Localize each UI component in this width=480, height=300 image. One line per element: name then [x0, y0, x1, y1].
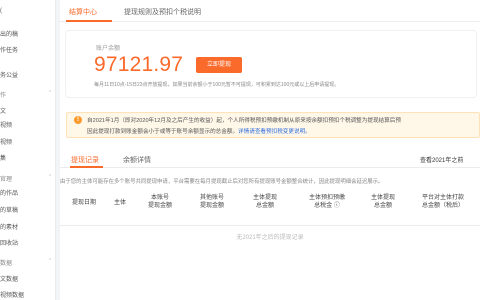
sidebar-item[interactable]: 视频 [0, 137, 12, 146]
column-header: 平台对主体打款 总金额（税后） [410, 194, 476, 210]
chevron-up-icon[interactable]: ⌃ [48, 90, 52, 96]
sidebar-group-label: 官理 [0, 177, 13, 183]
sidebar-nav: (出的稿 作任务 务公益作 ⌃ 文视频 视频集官理 ⌃ 的作品 的草稿 的素材 回收站 数据 ⌃ 文数据视… [0, 0, 56, 300]
sidebar-item[interactable]: 的草稿 [0, 205, 18, 214]
sidebar-item[interactable]: 回收站 [0, 238, 18, 247]
tax-notice: ! 自2021年1月（即对2020年12月及之后产生的收益）起，个人所得税预扣预… [66, 112, 480, 138]
main-content: 结算中心 提现规则及预扣个税说明 账户余额 97121.97 立即提现 每月11… [60, 0, 480, 300]
balance-amount: 97121.97 [94, 53, 184, 76]
sidebar-item[interactable]: 集 [0, 153, 6, 162]
table-header: 提现日期 主体 本账号 提现金额 其他账号 提现金额 主体提现 总金额 主体预扣预缴 总税金 ⓘ 主… [60, 188, 480, 226]
notice-line-1: 自2021年1月（即对2020年12月及之后产生的收益）起，个人所得税预扣预缴机… [87, 118, 401, 124]
warning-icon: ! [74, 116, 82, 124]
column-header-line: 主体提现 [252, 195, 277, 201]
notice-line-2-text: 因此提现打款到账金额会小于或等于账号余额显示的总金额。 [87, 129, 239, 135]
sidebar-item[interactable]: 文数据 [0, 274, 18, 283]
sidebar-item[interactable]: 视频数据 [0, 290, 24, 299]
column-header-line: 主体 [113, 200, 126, 206]
sidebar-item[interactable]: 的素材 [0, 222, 18, 231]
tab-withdraw-records[interactable]: 提现记录 [71, 155, 99, 165]
tax-change-link[interactable]: 详情请查看预扣税变更说明。 [238, 129, 311, 135]
column-header: 主体提现 总金额 [360, 194, 406, 210]
tab-withdraw-rules[interactable]: 提现规则及预扣个税说明 [124, 7, 201, 17]
sidebar-item[interactable]: 的作品 [0, 188, 18, 197]
sub-tabs: 提现记录 余额详情 [60, 150, 480, 168]
column-header: 主体提现 总金额 [240, 194, 290, 210]
column-header-line: 平台对主体打款 [421, 195, 464, 201]
sidebar-item[interactable]: ( [0, 8, 2, 14]
sidebar-group-label: 作 [0, 93, 7, 99]
chevron-up-icon[interactable]: ⌃ [48, 174, 52, 180]
column-header-line: 提现金额 [147, 203, 172, 209]
column-header-line: 总金额（税后） [421, 203, 464, 209]
column-header-line: 总金额 [255, 203, 274, 209]
column-header: 本账号 提现金额 [138, 194, 182, 210]
active-subtab-indicator [70, 166, 103, 168]
balance-note: 每月11日10点-15日23点开放提现，如果当前余额小于100元暂不可提现，可积… [94, 82, 340, 88]
column-header: 提现日期 [64, 199, 104, 207]
sidebar-group-label: 数据 [0, 261, 13, 267]
column-header-line: 总税金 ⓘ [314, 203, 340, 209]
column-header-line: 总金额 [373, 203, 392, 209]
balance-label: 账户余额 [96, 46, 121, 52]
column-header-line: 本账号 [150, 195, 169, 201]
active-tab-indicator [66, 20, 112, 22]
sidebar-item[interactable]: 作任务 [0, 45, 18, 54]
column-header: 主体 [108, 199, 132, 207]
column-header-line: 主体提现 [370, 195, 395, 201]
empty-state-text: 无2021年之后的提现记录 [236, 235, 304, 241]
sidebar-item[interactable]: 务公益 [0, 70, 18, 79]
delay-info-text: 由于您的主体可能存在多个账号共同提现申请，平台需要在每月提现截止后对您所有提现账… [60, 179, 384, 185]
column-header: 主体预扣预缴 总税金 ⓘ [298, 194, 356, 210]
sidebar-item[interactable]: 视频 [0, 120, 12, 129]
column-header-line: 主体预扣预缴 [308, 195, 345, 201]
sidebar-item[interactable]: 文 [0, 106, 6, 115]
column-header-line: 提现日期 [71, 200, 96, 206]
column-header-line: 提现金额 [199, 203, 224, 209]
top-tabs: 结算中心 提现规则及预扣个税说明 [60, 0, 480, 22]
tab-balance-details[interactable]: 余额详情 [123, 155, 151, 165]
column-header-line: 其他账号 [199, 195, 224, 201]
balance-card: 账户余额 97121.97 立即提现 每月11日10点-15日23点开放提现，如… [66, 31, 476, 97]
tab-settlement-center[interactable]: 结算中心 [69, 7, 97, 17]
chevron-up-icon[interactable]: ⌃ [48, 258, 52, 264]
sidebar-item[interactable]: 出的稿 [0, 29, 18, 38]
notice-line-2: 因此提现打款到账金额会小于或等于账号余额显示的总金额。详情请查看预扣税变更说明。 [87, 127, 311, 135]
withdraw-button[interactable]: 立即提现 [196, 57, 242, 73]
view-history-link[interactable]: 查看2021年之前 [420, 155, 463, 164]
column-header: 其他账号 提现金额 [188, 194, 236, 210]
